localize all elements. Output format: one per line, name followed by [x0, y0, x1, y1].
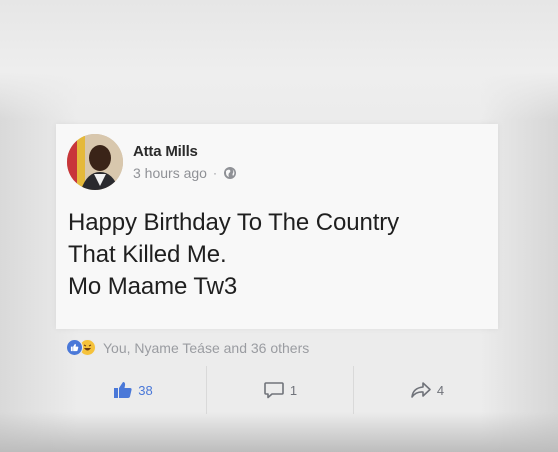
thumbs-up-icon	[113, 381, 133, 399]
share-count: 4	[436, 382, 445, 398]
reactions-text[interactable]: You, Nyame Teáse and 36 others	[103, 340, 309, 356]
post-action-bar: 38 1 4	[60, 366, 500, 414]
post-text-line: Happy Birthday To The Country	[68, 209, 400, 236]
like-count: 38	[138, 382, 153, 398]
post-meta: 3 hours ago ·	[133, 165, 237, 181]
like-button[interactable]: 38	[60, 366, 207, 414]
meta-separator: ·	[212, 166, 217, 180]
reaction-icons	[66, 339, 96, 356]
reactions-summary[interactable]: You, Nyame Teáse and 36 others	[66, 339, 309, 356]
avatar[interactable]	[67, 134, 123, 190]
globe-icon[interactable]	[223, 166, 237, 180]
comment-count: 1	[289, 382, 298, 398]
comment-button[interactable]: 1	[207, 366, 354, 414]
bottom-shade	[0, 412, 558, 452]
like-reaction-icon	[66, 339, 83, 356]
background-fade	[0, 0, 558, 120]
post-text-line: Mo Maame Tw3	[68, 273, 238, 300]
post-text-line: That Killed Me.	[68, 241, 227, 268]
post-timestamp[interactable]: 3 hours ago	[133, 165, 207, 181]
share-button[interactable]: 4	[354, 366, 500, 414]
author-name[interactable]: Atta Mills	[133, 143, 198, 160]
post-card: Atta Mills 3 hours ago · Happy Birthday …	[56, 124, 498, 329]
comment-icon	[263, 381, 285, 399]
post-text: Happy Birthday To The Country That Kille…	[68, 207, 488, 303]
share-icon	[410, 381, 432, 399]
